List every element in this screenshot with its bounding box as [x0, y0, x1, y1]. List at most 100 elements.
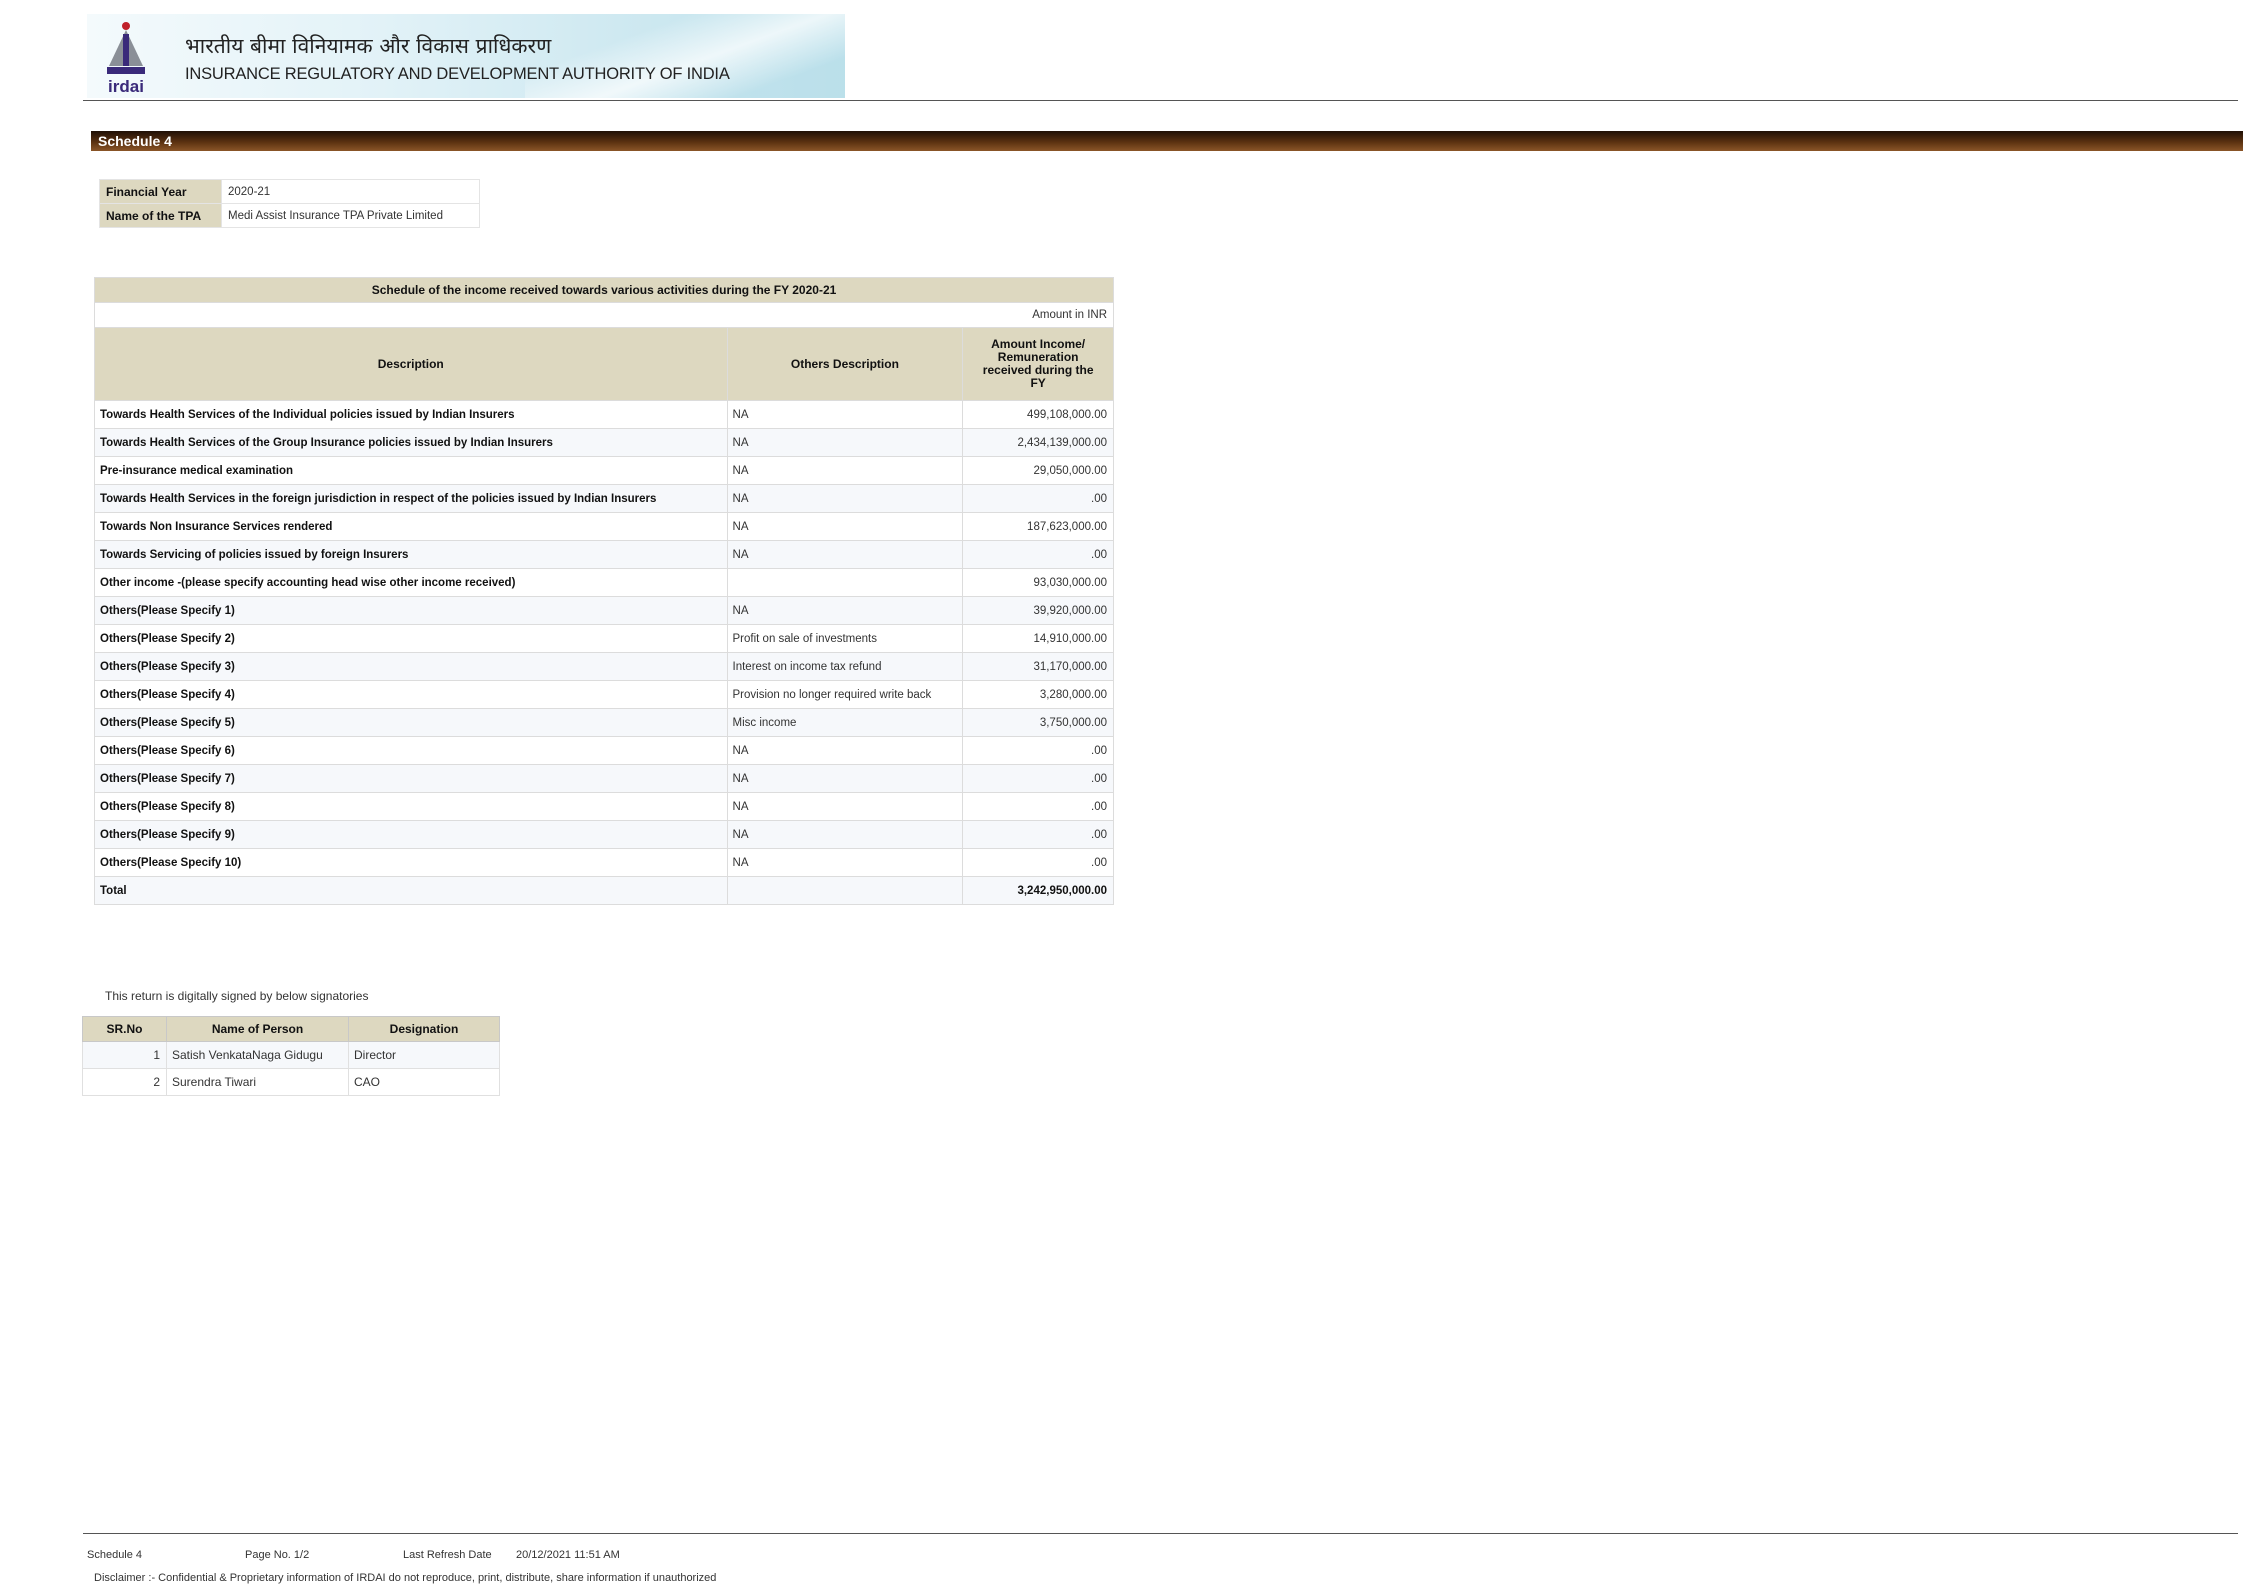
row-description: Towards Servicing of policies issued by … [94, 540, 728, 569]
schedule-title: Schedule 4 [98, 133, 172, 149]
row-others-description: NA [726, 428, 964, 457]
table-row: Others(Please Specify 3) Interest on inco… [94, 652, 1114, 681]
row-amount: .00 [962, 764, 1114, 793]
table-row: Others(Please Specify 6) NA .00 [94, 736, 1114, 765]
table-row: Others(Please Specify 4) Provision no lon… [94, 680, 1114, 709]
row-amount: .00 [962, 792, 1114, 821]
header-divider [83, 100, 2238, 101]
row-amount: 499,108,000.00 [962, 400, 1114, 429]
footer-refresh-date: 20/12/2021 11:51 AM [516, 1549, 620, 1561]
income-schedule-table: Schedule of the income received towards … [94, 277, 1114, 905]
signatories-table: SR.No Name of Person Designation 1 Satish… [82, 1016, 500, 1096]
row-description: Others(Please Specify 9) [94, 820, 728, 849]
meta-label: Financial Year [99, 179, 222, 204]
row-description: Others(Please Specify 5) [94, 708, 728, 737]
row-amount: 2,434,139,000.00 [962, 428, 1114, 457]
row-amount: 39,920,000.00 [962, 596, 1114, 625]
meta-label: Name of the TPA [99, 203, 222, 228]
table-row: Others(Please Specify 9) NA .00 [94, 820, 1114, 849]
meta-table: Financial Year 2020-21 Name of the TPA M… [99, 179, 480, 228]
signatory-designation: Director [348, 1041, 500, 1069]
table-caption-row: Schedule of the income received towards … [94, 277, 1114, 303]
row-description: Other income -(please specify accounting… [94, 568, 728, 597]
irdai-logo-icon: irdai [107, 22, 145, 96]
row-description: Others(Please Specify 1) [94, 596, 728, 625]
row-others-description: NA [726, 512, 964, 541]
meta-row-financial-year: Financial Year 2020-21 [99, 179, 480, 204]
row-others-description: NA [726, 820, 964, 849]
column-header-sr: SR.No [82, 1016, 167, 1042]
table-row: Others(Please Specify 8) NA .00 [94, 792, 1114, 821]
row-amount: 93,030,000.00 [962, 568, 1114, 597]
column-header-amount: Amount Income/ Remuneration received dur… [962, 327, 1114, 401]
column-header-amount-label: Amount Income/ Remuneration received dur… [982, 337, 1094, 390]
table-header-row: SR.No Name of Person Designation [82, 1016, 500, 1042]
row-description: Pre-insurance medical examination [94, 456, 728, 485]
row-others-description: Interest on income tax refund [726, 652, 964, 681]
row-others-description: NA [726, 540, 964, 569]
row-others-description: NA [726, 456, 964, 485]
table-row: Others(Please Specify 1) NA 39,920,000.00 [94, 596, 1114, 625]
table-row: Towards Non Insurance Services rendered N… [94, 512, 1114, 541]
signatory-name: Surendra Tiwari [166, 1068, 349, 1096]
row-description: Others(Please Specify 4) [94, 680, 728, 709]
table-row: Towards Health Services of the Group Ins… [94, 428, 1114, 457]
total-label: Total [94, 876, 728, 905]
table-row: Other income -(please specify accounting… [94, 568, 1114, 597]
signatory-sr-no: 2 [82, 1068, 167, 1096]
table-row: Others(Please Specify 7) NA .00 [94, 764, 1114, 793]
row-others-description: Profit on sale of investments [726, 624, 964, 653]
row-description: Towards Health Services of the Individua… [94, 400, 728, 429]
column-header-others: Others Description [726, 327, 964, 401]
column-header-name: Name of Person [166, 1016, 349, 1042]
row-others-description: NA [726, 484, 964, 513]
table-row: Towards Servicing of policies issued by … [94, 540, 1114, 569]
signatories-note: This return is digitally signed by below… [105, 989, 369, 1003]
row-amount: .00 [962, 848, 1114, 877]
meta-row-tpa-name: Name of the TPA Medi Assist Insurance TP… [99, 203, 480, 228]
meta-value: 2020-21 [221, 179, 480, 204]
column-header-designation: Designation [348, 1016, 500, 1042]
row-others-description: Provision no longer required write back [726, 680, 964, 709]
header-title-english: INSURANCE REGULATORY AND DEVELOPMENT AUT… [185, 65, 730, 83]
table-row: 1 Satish VenkataNaga Gidugu Director [82, 1041, 500, 1069]
table-row: Others(Please Specify 10) NA .00 [94, 848, 1114, 877]
footer-disclaimer: Disclaimer :- Confidential & Proprietary… [94, 1572, 717, 1584]
row-amount: .00 [962, 484, 1114, 513]
logo-text: irdai [108, 77, 144, 96]
row-description: Others(Please Specify 6) [94, 736, 728, 765]
banner-decoration [525, 14, 845, 98]
row-others-description [726, 568, 964, 597]
row-others-description: NA [726, 792, 964, 821]
signatory-sr-no: 1 [82, 1041, 167, 1069]
row-amount: 29,050,000.00 [962, 456, 1114, 485]
row-amount: 3,750,000.00 [962, 708, 1114, 737]
table-total-row: Total 3,242,950,000.00 [94, 876, 1114, 905]
row-description: Others(Please Specify 8) [94, 792, 728, 821]
row-amount: .00 [962, 540, 1114, 569]
footer-page-number: Page No. 1/2 [245, 1549, 310, 1561]
table-caption: Schedule of the income received towards … [94, 277, 1114, 303]
schedule-title-bar: Schedule 4 [91, 131, 2243, 151]
row-amount: .00 [962, 736, 1114, 765]
row-others-description: NA [726, 736, 964, 765]
table-row: Pre-insurance medical examination NA 29,05… [94, 456, 1114, 485]
meta-value: Medi Assist Insurance TPA Private Limite… [221, 203, 480, 228]
table-row: Others(Please Specify 2) Profit on sale o… [94, 624, 1114, 653]
signatory-name: Satish VenkataNaga Gidugu [166, 1041, 349, 1069]
column-header-description: Description [94, 327, 728, 401]
row-others-description: NA [726, 400, 964, 429]
row-description: Towards Health Services in the foreign j… [94, 484, 728, 513]
row-amount: 3,280,000.00 [962, 680, 1114, 709]
row-amount: 31,170,000.00 [962, 652, 1114, 681]
table-unit-row: Amount in INR [94, 302, 1114, 328]
row-amount: .00 [962, 820, 1114, 849]
header-title-hindi: भारतीय बीमा विनियामक और विकास प्राधिकरण [185, 34, 552, 58]
row-amount: 14,910,000.00 [962, 624, 1114, 653]
table-row: 2 Surendra Tiwari CAO [82, 1068, 500, 1096]
row-description: Others(Please Specify 10) [94, 848, 728, 877]
row-others-description: Misc income [726, 708, 964, 737]
row-description: Others(Please Specify 7) [94, 764, 728, 793]
footer-schedule: Schedule 4 [87, 1549, 143, 1561]
header-banner: irdai भारतीय बीमा विनियामक और विकास प्रा… [87, 14, 845, 98]
